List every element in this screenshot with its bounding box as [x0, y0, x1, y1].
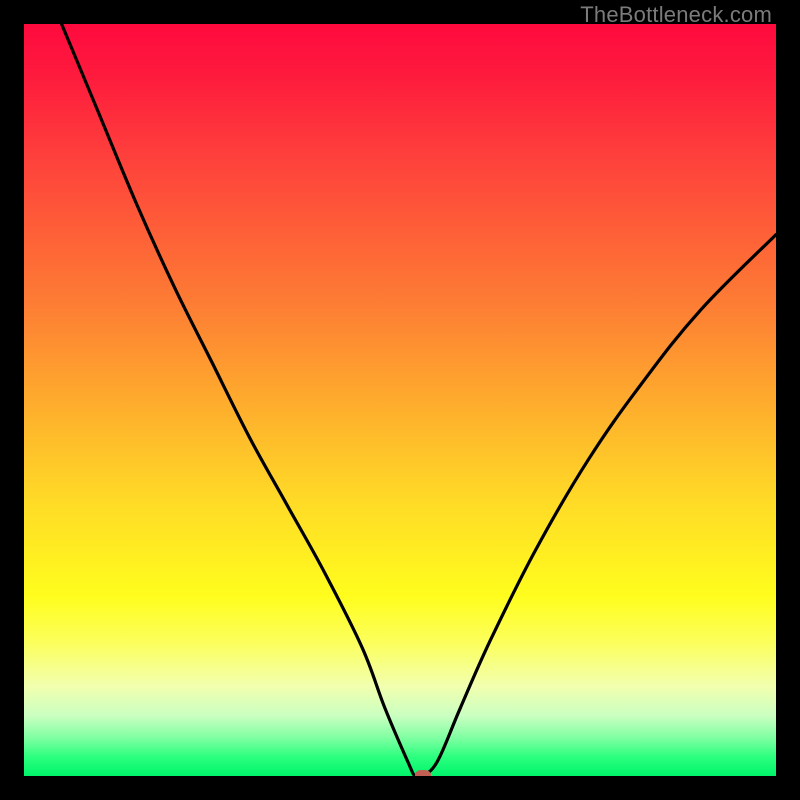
minimum-marker — [415, 770, 431, 776]
plot-area — [24, 24, 776, 776]
chart-frame: TheBottleneck.com — [0, 0, 800, 800]
bottleneck-curve — [24, 24, 776, 776]
